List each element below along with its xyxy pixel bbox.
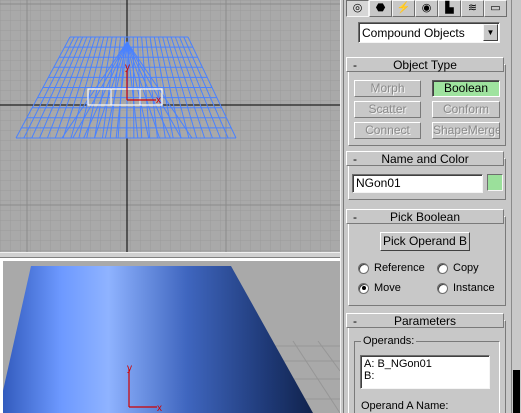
pick-boolean-title: Pick Boolean bbox=[389, 209, 461, 224]
object-type-title: Object Type bbox=[393, 57, 457, 72]
collapse-icon[interactable]: - bbox=[353, 314, 357, 328]
conform-button[interactable]: Conform bbox=[432, 101, 500, 118]
radio-reference[interactable]: Reference bbox=[358, 262, 425, 274]
name-color-header[interactable]: - Name and Color bbox=[346, 151, 504, 166]
object-name-field[interactable]: NGon01 bbox=[352, 174, 483, 193]
gizmo-y-label: y bbox=[125, 62, 130, 73]
collapse-icon[interactable]: - bbox=[353, 58, 357, 72]
utilities-icon[interactable]: ≋ bbox=[461, 0, 484, 17]
command-panel-tabs: ◎ ⬣ ⚡ ◉ ▙ ≋ ▭ bbox=[346, 0, 508, 17]
radio-move[interactable]: Move bbox=[358, 282, 401, 294]
scrollbar-thumb[interactable] bbox=[513, 370, 520, 413]
shapemerge-button[interactable]: ShapeMerge bbox=[432, 122, 500, 139]
hierarchy-icon[interactable]: ⚡ bbox=[392, 0, 415, 17]
gizmo-y-label: y bbox=[127, 363, 132, 374]
morph-button[interactable]: Morph bbox=[354, 80, 421, 97]
operand-a-item[interactable]: A: B_NGon01 bbox=[364, 358, 486, 370]
extra-icon[interactable]: ▭ bbox=[484, 0, 507, 17]
collapse-icon[interactable]: - bbox=[353, 210, 357, 224]
perspective-viewport-canvas: y x bbox=[3, 261, 340, 413]
radio-dot bbox=[437, 282, 448, 294]
object-type-header[interactable]: - Object Type bbox=[346, 57, 504, 72]
perspective-viewport[interactable]: y x bbox=[0, 258, 340, 413]
gizmo-x-label: x bbox=[156, 95, 161, 106]
operands-list[interactable]: A: B_NGon01 B: bbox=[360, 355, 490, 389]
display-icon[interactable]: ▙ bbox=[438, 0, 461, 17]
command-panel-scrollbar[interactable] bbox=[511, 0, 521, 413]
radio-dot bbox=[437, 262, 448, 274]
scatter-button[interactable]: Scatter bbox=[354, 101, 421, 118]
parameters-title: Parameters bbox=[393, 313, 457, 328]
object-color-swatch[interactable] bbox=[487, 174, 503, 191]
create-icon[interactable]: ◎ bbox=[346, 0, 369, 17]
boolean-button[interactable]: Boolean bbox=[432, 80, 500, 97]
motion-icon[interactable]: ◉ bbox=[415, 0, 438, 17]
radio-copy[interactable]: Copy bbox=[437, 262, 479, 274]
collapse-icon[interactable]: - bbox=[353, 152, 357, 166]
top-viewport-canvas: y x bbox=[0, 0, 340, 252]
name-color-title: Name and Color bbox=[381, 151, 469, 166]
parameters-header[interactable]: - Parameters bbox=[346, 313, 504, 328]
modify-icon[interactable]: ⬣ bbox=[369, 0, 392, 17]
pick-operand-b-button[interactable]: Pick Operand B bbox=[380, 232, 470, 251]
gizmo-x-label: x bbox=[157, 403, 162, 413]
category-dropdown[interactable]: Compound Objects ▼ bbox=[358, 22, 500, 43]
chevron-down-icon[interactable]: ▼ bbox=[483, 24, 498, 41]
viewport-grid bbox=[0, 0, 340, 252]
top-viewport[interactable]: y x bbox=[0, 0, 340, 252]
command-panel: ◎ ⬣ ⚡ ◉ ▙ ≋ ▭ Compound Objects ▼ - Object Type… bbox=[344, 0, 521, 413]
radio-dot bbox=[358, 262, 369, 274]
operand-a-name-label: Operand A Name: bbox=[361, 400, 449, 412]
radio-dot-checked bbox=[358, 282, 369, 294]
operand-b-item[interactable]: B: bbox=[364, 370, 486, 382]
radio-instance[interactable]: Instance bbox=[437, 282, 495, 294]
category-dropdown-value: Compound Objects bbox=[362, 26, 465, 40]
pick-boolean-header[interactable]: - Pick Boolean bbox=[346, 209, 504, 224]
operands-label: Operands: bbox=[361, 335, 417, 347]
connect-button[interactable]: Connect bbox=[354, 122, 421, 139]
